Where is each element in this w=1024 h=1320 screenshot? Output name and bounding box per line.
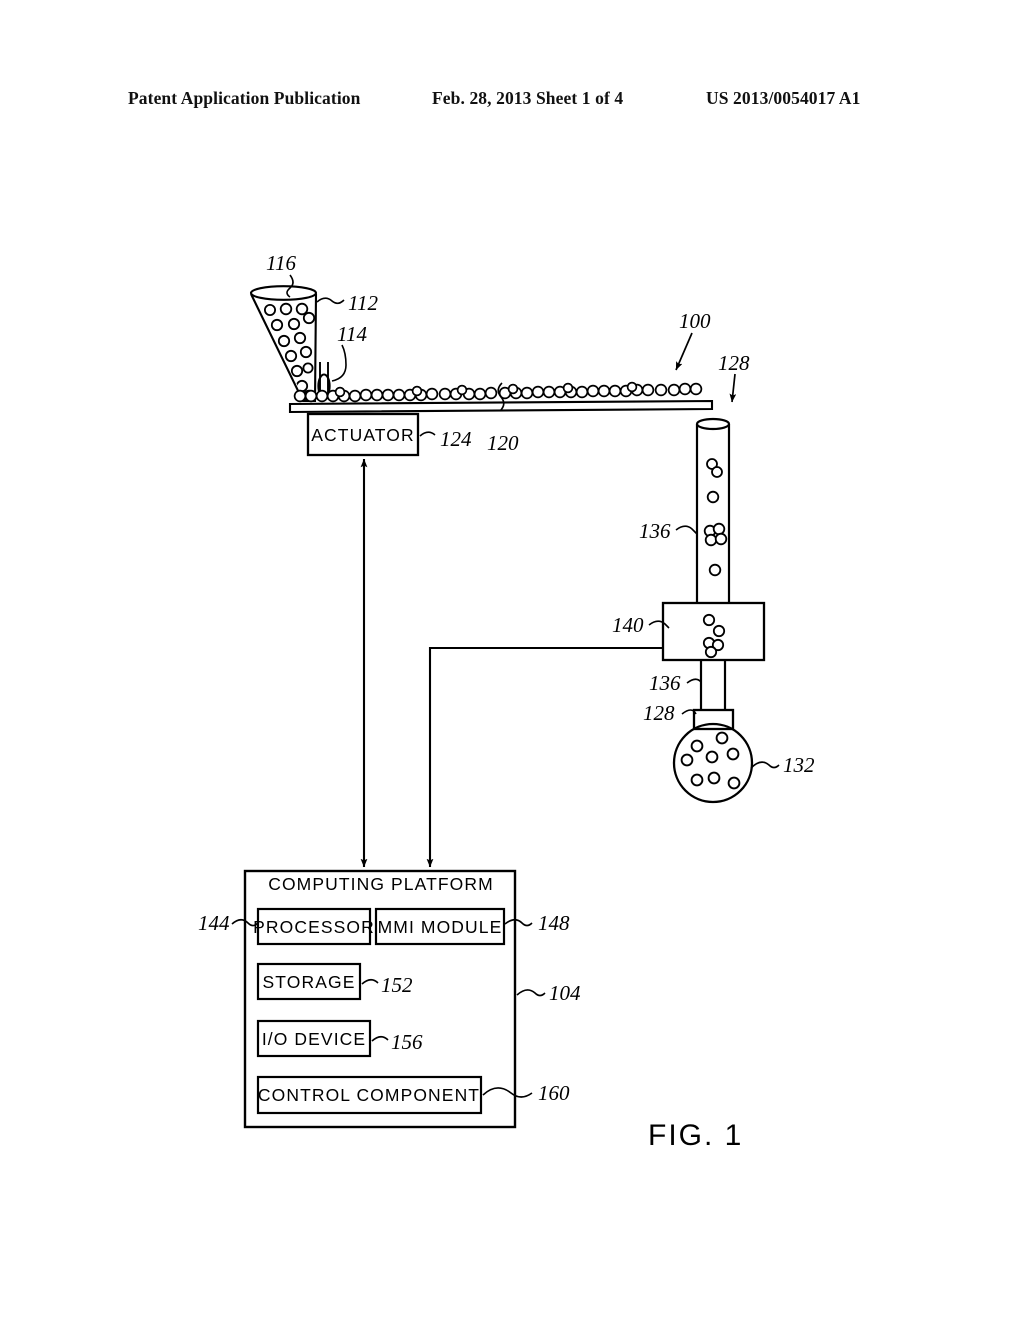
control-component-label: CONTROL COMPONENT [258, 1085, 480, 1105]
ref-132: 132 [783, 753, 815, 777]
ref-120: 120 [487, 431, 519, 455]
leader-136-lower [686, 678, 702, 684]
ref-152: 152 [381, 973, 413, 997]
ref-136-upper: 136 [639, 519, 671, 543]
leader-104 [516, 989, 546, 997]
upper-tube-body [695, 424, 731, 603]
lower-tube-body [699, 660, 727, 711]
ref-104: 104 [549, 981, 581, 1005]
ref-128-top: 128 [718, 351, 750, 375]
leader-132 [750, 761, 780, 769]
hopper-assembly [249, 285, 331, 403]
computing-platform-title: COMPUTING PLATFORM [268, 874, 494, 894]
ref-100: 100 [679, 309, 711, 333]
leader-124 [419, 431, 436, 437]
processor-label: PROCESSOR [253, 917, 375, 937]
ref-116: 116 [266, 251, 296, 275]
upper-tube-particles [703, 458, 728, 577]
ref-144: 144 [198, 911, 230, 935]
leader-160 [482, 1087, 533, 1098]
processing-chamber-140 [661, 601, 766, 662]
leader-100 [675, 332, 693, 371]
figure-1-drawing: ACTUATOR COMPUTING PLATFORM PROCESSOR MM… [198, 251, 815, 1152]
leader-128-top [729, 373, 737, 403]
leader-136-upper [675, 525, 698, 535]
leader-112 [316, 297, 345, 305]
ref-136-lower: 136 [649, 671, 681, 695]
ref-160: 160 [538, 1081, 570, 1105]
leader-148 [504, 918, 533, 927]
patent-page: Patent Application Publication Feb. 28, … [0, 0, 1024, 1320]
collection-flask-132 [672, 722, 754, 804]
ref-114: 114 [337, 322, 367, 346]
io-device-label: I/O DEVICE [262, 1029, 366, 1049]
mmi-module-label: MMI MODULE [378, 917, 503, 937]
ref-148: 148 [538, 911, 570, 935]
lower-transport-tube [699, 660, 727, 711]
ref-112: 112 [348, 291, 378, 315]
actuator-box[interactable]: ACTUATOR [306, 412, 420, 457]
ref-128-bottom: 128 [643, 701, 675, 725]
computing-platform-box[interactable]: COMPUTING PLATFORM PROCESSOR MMI MODULE … [243, 869, 517, 1129]
upper-tube-top-rim [695, 417, 731, 431]
leader-152 [361, 978, 379, 985]
ref-156: 156 [391, 1030, 423, 1054]
ref-124: 124 [440, 427, 472, 451]
ref-140: 140 [612, 613, 644, 637]
hopper-particles [263, 302, 316, 400]
upper-transport-tube [695, 417, 731, 603]
figure-caption: FIG. 1 [648, 1119, 743, 1152]
leader-140 [648, 620, 670, 629]
chamber-140-particles [702, 613, 726, 659]
storage-label: STORAGE [263, 972, 356, 992]
leader-156 [371, 1035, 389, 1042]
leader-114 [331, 344, 347, 382]
chamber140-platform-signal-line [426, 646, 662, 868]
hopper-rim-ellipse [249, 285, 318, 301]
flask-132-particles [680, 731, 741, 790]
actuator-label: ACTUATOR [311, 425, 414, 445]
